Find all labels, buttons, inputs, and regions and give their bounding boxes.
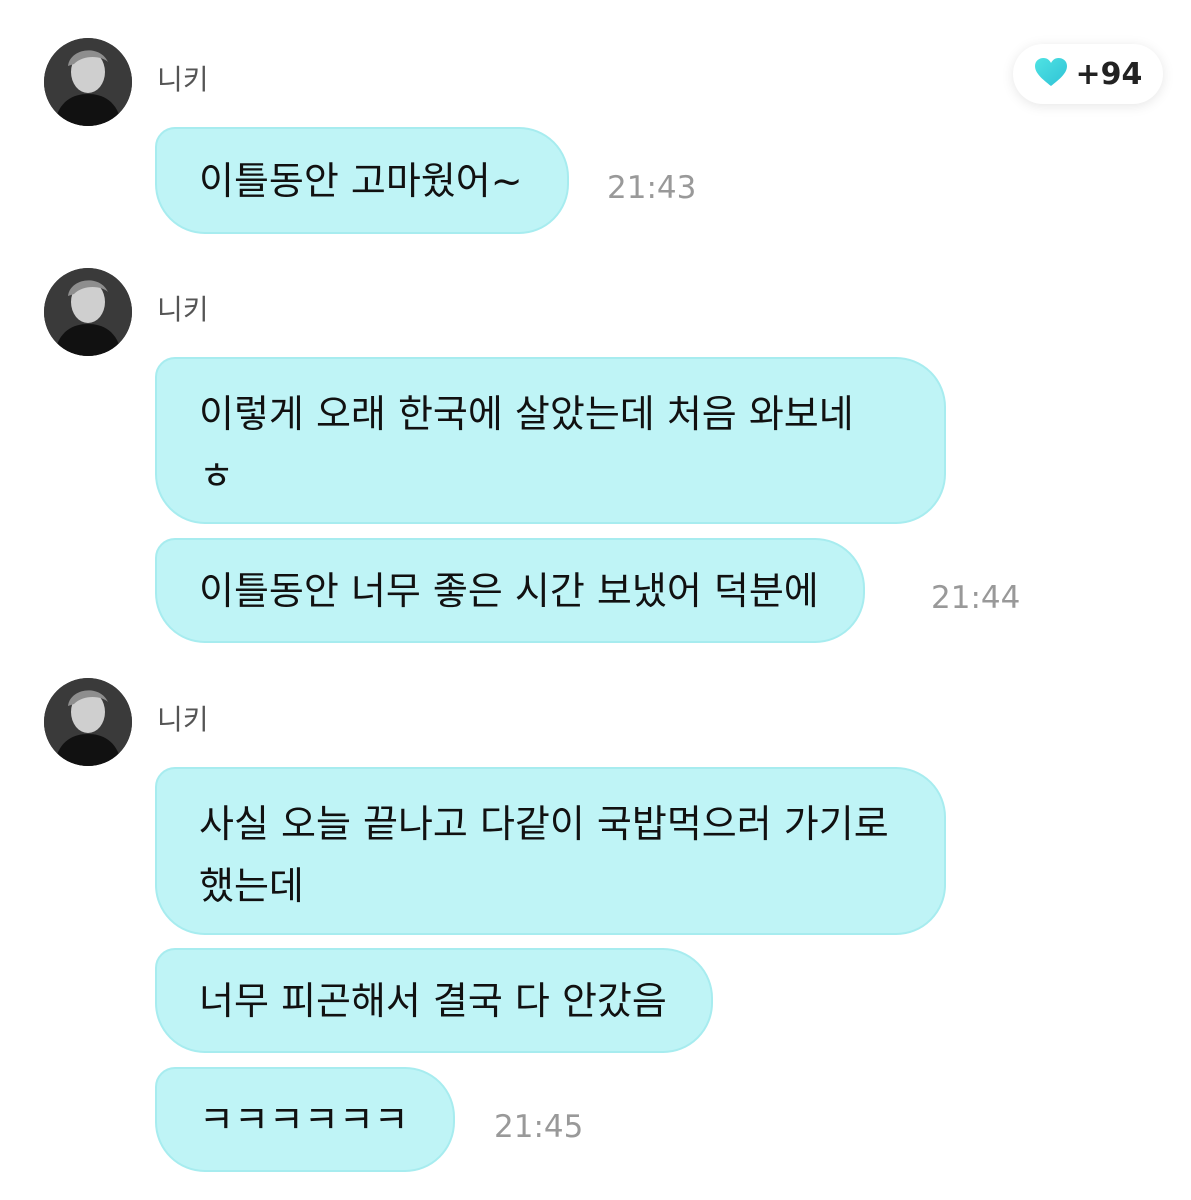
message-text: 이렇게 오래 한국에 살았는데 처음 와보네 ㅎ bbox=[199, 392, 854, 498]
message-text: ㅋㅋㅋㅋㅋㅋ bbox=[199, 1097, 409, 1142]
message-bubble[interactable]: 사실 오늘 끝나고 다같이 국밥먹으러 가기로 했는데 bbox=[155, 767, 946, 935]
message-text: 너무 피곤해서 결국 다 안갔음 bbox=[199, 978, 667, 1023]
heart-icon bbox=[1034, 57, 1068, 91]
message-text: 이틀동안 고마웠어~ bbox=[199, 158, 523, 203]
sender-avatar[interactable] bbox=[44, 268, 132, 356]
heart-count: +94 bbox=[1075, 56, 1143, 92]
message-timestamp: 21:45 bbox=[494, 1109, 584, 1145]
sender-avatar[interactable] bbox=[44, 678, 132, 766]
sender-avatar[interactable] bbox=[44, 38, 132, 126]
message-bubble[interactable]: 이틀동안 고마웠어~ bbox=[155, 127, 569, 234]
message-timestamp: 21:44 bbox=[931, 580, 1021, 616]
message-bubble[interactable]: ㅋㅋㅋㅋㅋㅋ bbox=[155, 1067, 455, 1172]
message-text: 이틀동안 너무 좋은 시간 보냈어 덕분에 bbox=[199, 568, 819, 613]
message-timestamp: 21:43 bbox=[607, 170, 697, 206]
sender-name: 니키 bbox=[157, 63, 209, 96]
message-text: 사실 오늘 끝나고 다같이 국밥먹으러 가기로 했는데 bbox=[199, 802, 889, 908]
message-bubble[interactable]: 이틀동안 너무 좋은 시간 보냈어 덕분에 bbox=[155, 538, 865, 643]
sender-name: 니키 bbox=[157, 703, 209, 736]
message-bubble[interactable]: 이렇게 오래 한국에 살았는데 처음 와보네 ㅎ bbox=[155, 357, 946, 524]
heart-reaction-badge[interactable]: +94 bbox=[1013, 44, 1163, 104]
message-bubble[interactable]: 너무 피곤해서 결국 다 안갔음 bbox=[155, 948, 713, 1053]
sender-name: 니키 bbox=[157, 293, 209, 326]
